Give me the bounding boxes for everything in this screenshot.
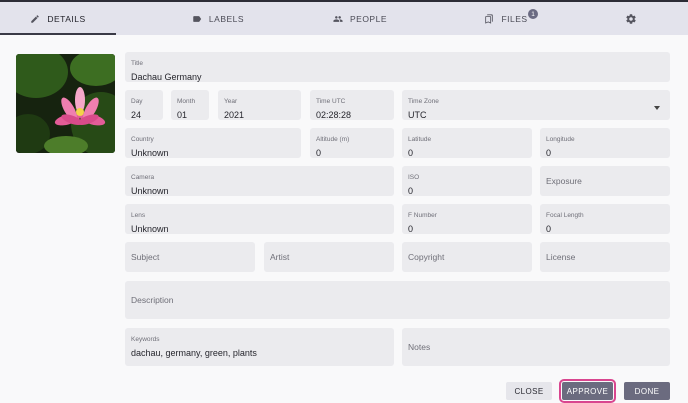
copyright-placeholder: Copyright xyxy=(408,252,445,262)
latitude-field[interactable]: Latitude 0 xyxy=(402,128,532,158)
notes-field[interactable]: Notes xyxy=(402,328,670,366)
tab-labels-label: LABELS xyxy=(208,13,245,24)
day-field[interactable]: Day 24 xyxy=(125,90,163,120)
focal-length-field[interactable]: Focal Length 0 xyxy=(540,204,670,234)
tab-labels[interactable]: LABELS xyxy=(160,2,276,35)
camera-value: Unknown xyxy=(131,186,169,196)
day-label: Day xyxy=(131,98,143,105)
title-value: Dachau Germany xyxy=(131,72,202,82)
f-number-value: 0 xyxy=(408,224,414,234)
title-field[interactable]: Title Dachau Germany xyxy=(125,52,670,82)
notes-placeholder: Notes xyxy=(408,342,431,352)
tab-files-label: FILES xyxy=(501,13,528,24)
month-label: Month xyxy=(177,98,196,105)
keywords-value: dachau, germany, green, plants xyxy=(131,348,257,358)
iso-label: ISO xyxy=(408,174,420,181)
exposure-field[interactable]: Exposure xyxy=(540,166,670,196)
tab-files[interactable]: FILES xyxy=(448,2,564,35)
country-label: Country xyxy=(131,136,154,143)
lens-label: Lens xyxy=(131,212,146,219)
pencil-icon xyxy=(31,14,40,23)
description-field[interactable]: Description xyxy=(125,281,670,319)
tab-settings[interactable] xyxy=(600,2,662,35)
tab-details-label: DETAILS xyxy=(47,13,86,24)
tab-bar: DETAILS LABELS PEOPLE FILES 1 xyxy=(0,0,688,35)
license-field[interactable]: License xyxy=(540,242,670,272)
country-field[interactable]: Country Unknown xyxy=(125,128,301,158)
license-placeholder: License xyxy=(546,252,576,262)
month-field[interactable]: Month 01 xyxy=(171,90,209,120)
dropdown-arrow-icon xyxy=(654,106,660,110)
time-zone-select[interactable]: Time Zone UTC xyxy=(402,90,670,120)
files-icon xyxy=(485,13,494,24)
f-number-label: F Number xyxy=(408,212,437,219)
time-utc-field[interactable]: Time UTC 02:28:28 xyxy=(310,90,394,120)
latitude-label: Latitude xyxy=(408,136,432,143)
active-tab-indicator xyxy=(0,33,116,35)
title-label: Title xyxy=(131,60,144,67)
camera-label: Camera xyxy=(131,174,155,181)
day-value: 24 xyxy=(131,110,142,120)
iso-value: 0 xyxy=(408,186,414,196)
subject-field[interactable]: Subject xyxy=(125,242,255,272)
f-number-field[interactable]: F Number 0 xyxy=(402,204,532,234)
altitude-field[interactable]: Altitude (m) 0 xyxy=(310,128,394,158)
lens-value: Unknown xyxy=(131,224,169,234)
year-label: Year xyxy=(224,98,238,105)
iso-field[interactable]: ISO 0 xyxy=(402,166,532,196)
time-utc-value: 02:28:28 xyxy=(316,110,352,120)
latitude-value: 0 xyxy=(408,148,414,158)
tab-people-label: PEOPLE xyxy=(349,13,388,24)
time-utc-label: Time UTC xyxy=(316,98,346,105)
water-lily-image xyxy=(16,54,115,153)
country-value: Unknown xyxy=(131,148,169,158)
artist-placeholder: Artist xyxy=(270,252,290,262)
focal-length-label: Focal Length xyxy=(546,212,584,219)
photo-thumbnail[interactable] xyxy=(16,54,115,153)
tab-details[interactable]: DETAILS xyxy=(0,2,116,35)
time-zone-value: UTC xyxy=(408,110,427,120)
year-field[interactable]: Year 2021 xyxy=(218,90,301,120)
keywords-field[interactable]: Keywords dachau, germany, green, plants xyxy=(125,328,394,366)
approve-button[interactable]: APPROVE xyxy=(559,379,616,403)
done-button[interactable]: DONE xyxy=(624,382,670,400)
year-value: 2021 xyxy=(224,110,245,120)
files-count-badge: 1 xyxy=(528,9,538,19)
altitude-value: 0 xyxy=(316,148,322,158)
focal-length-value: 0 xyxy=(546,224,552,234)
people-icon xyxy=(333,15,343,22)
close-button[interactable]: CLOSE xyxy=(506,382,552,400)
time-zone-label: Time Zone xyxy=(408,98,439,105)
longitude-label: Longitude xyxy=(546,136,575,143)
tab-people[interactable]: PEOPLE xyxy=(302,2,418,35)
month-value: 01 xyxy=(177,110,188,120)
exposure-placeholder: Exposure xyxy=(546,176,582,186)
gear-icon xyxy=(626,13,636,24)
copyright-field[interactable]: Copyright xyxy=(402,242,532,272)
keywords-label: Keywords xyxy=(131,336,160,343)
artist-field[interactable]: Artist xyxy=(264,242,394,272)
subject-placeholder: Subject xyxy=(131,252,160,262)
lens-field[interactable]: Lens Unknown xyxy=(125,204,394,234)
description-placeholder: Description xyxy=(131,295,174,305)
label-icon xyxy=(193,15,202,22)
altitude-label: Altitude (m) xyxy=(316,136,350,143)
longitude-value: 0 xyxy=(546,148,552,158)
longitude-field[interactable]: Longitude 0 xyxy=(540,128,670,158)
camera-field[interactable]: Camera Unknown xyxy=(125,166,394,196)
